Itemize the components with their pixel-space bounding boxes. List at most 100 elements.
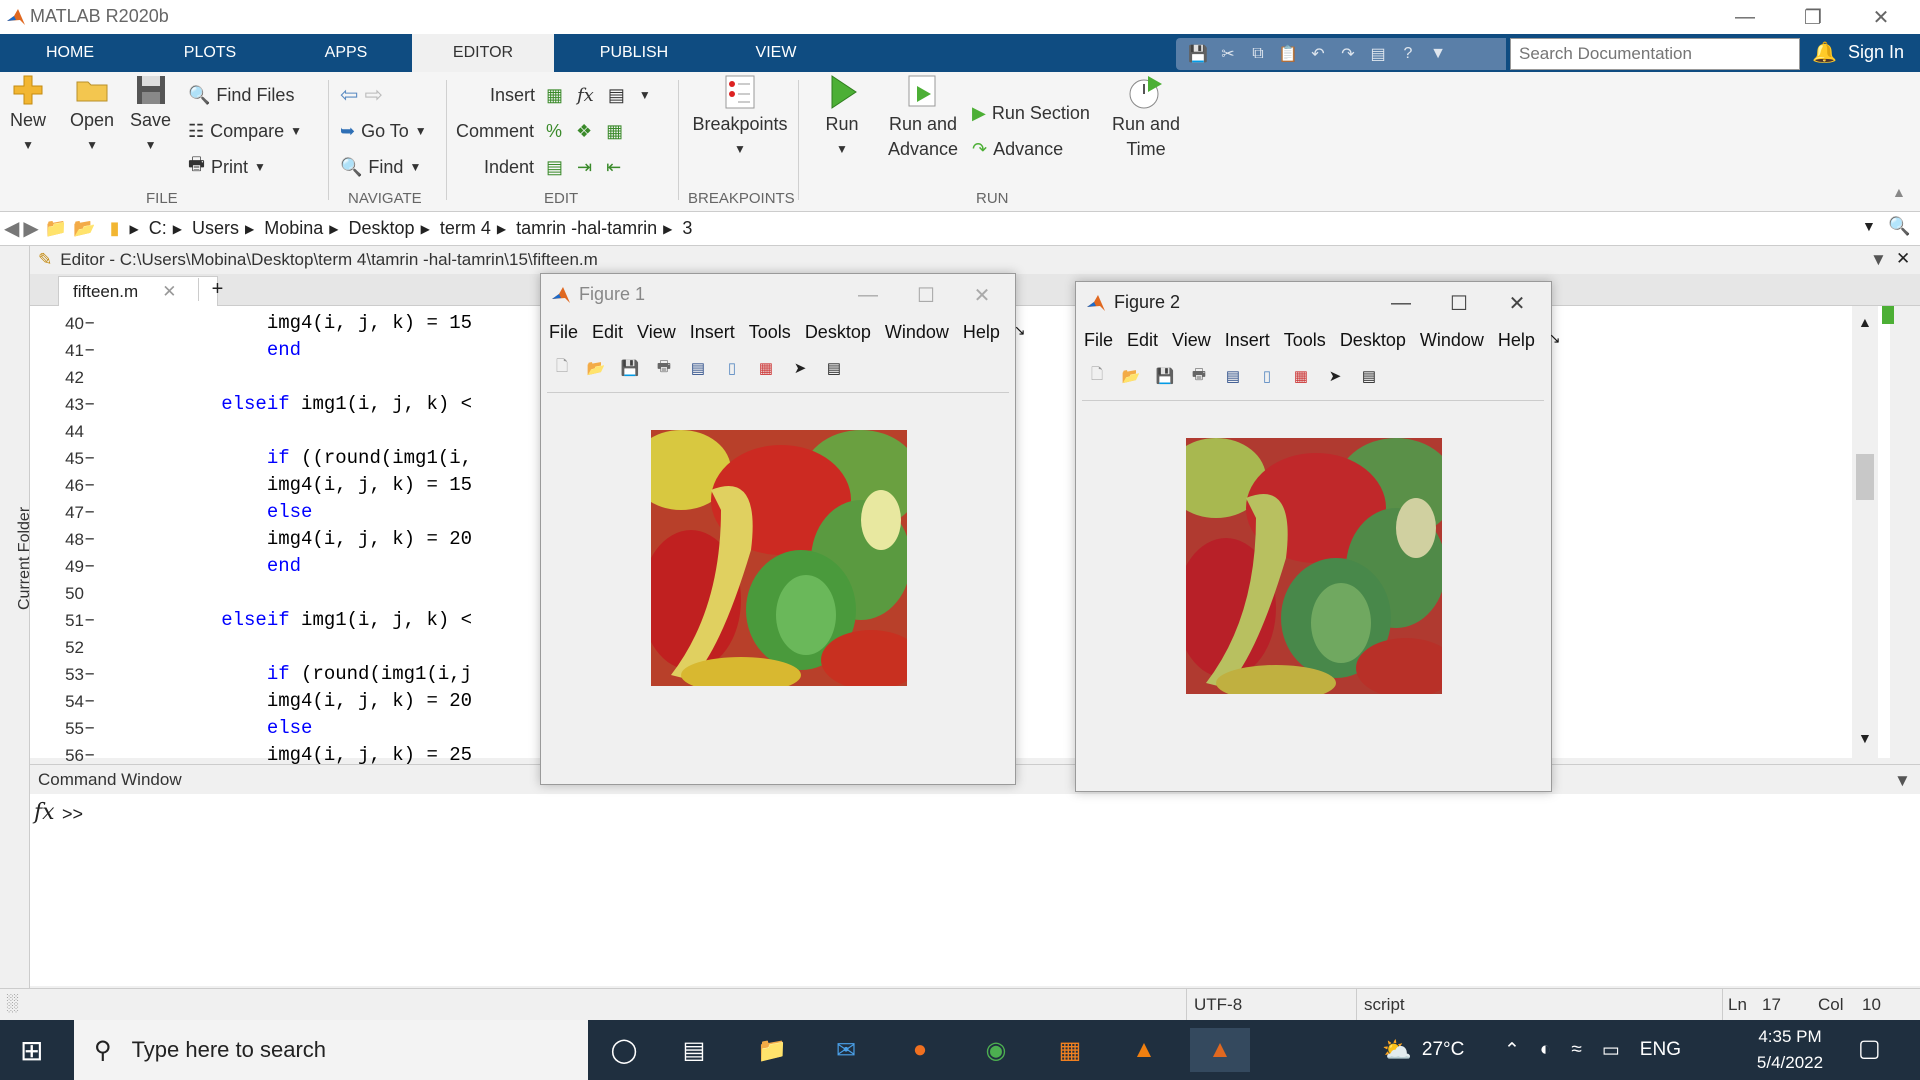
language-indicator[interactable]: ENG bbox=[1640, 1039, 1681, 1061]
goto-button[interactable]: ➥ Go To ▼ bbox=[340, 116, 427, 146]
vlc-icon[interactable]: ▲ bbox=[1114, 1028, 1174, 1072]
uncomment-icon[interactable]: ❖ bbox=[576, 121, 592, 142]
tab-plots[interactable]: PLOTS bbox=[160, 34, 260, 72]
menu-tools[interactable]: Tools bbox=[749, 322, 791, 343]
figure-2-window[interactable]: Figure 2 — ☐ ✕ File Edit View Insert Too… bbox=[1075, 281, 1561, 792]
open-button[interactable]: Open ▼ bbox=[70, 72, 114, 158]
figure-maximize-button[interactable]: ☐ bbox=[1432, 286, 1486, 320]
menu-window[interactable]: Window bbox=[1420, 330, 1484, 351]
task-view-icon[interactable]: ▤ bbox=[664, 1028, 724, 1072]
scroll-up-icon[interactable]: ▲ bbox=[1858, 314, 1872, 330]
tab-close-icon[interactable]: ✕ bbox=[162, 282, 176, 302]
tab-apps[interactable]: APPS bbox=[296, 34, 396, 72]
wrap-comment-icon[interactable]: ▦ bbox=[606, 121, 623, 142]
switch-windows-icon[interactable]: ▤ bbox=[1366, 42, 1390, 66]
figure-minimize-button[interactable]: — bbox=[1374, 286, 1428, 320]
clock[interactable]: 4:35 PM 5/4/2022 bbox=[1740, 1024, 1840, 1076]
wifi-icon[interactable]: ≈ bbox=[1571, 1039, 1581, 1061]
legend-icon[interactable]: ▦ bbox=[753, 355, 779, 381]
scroll-down-icon[interactable]: ▼ bbox=[1858, 730, 1872, 746]
forward-arrow-icon[interactable]: ▶ bbox=[23, 216, 38, 241]
undo-icon[interactable]: ↶ bbox=[1306, 42, 1330, 66]
property-inspector-icon[interactable]: ▤ bbox=[1356, 363, 1382, 389]
up-folder-icon[interactable]: 📁 bbox=[45, 218, 67, 239]
network-app-icon[interactable]: ◐ bbox=[1540, 1039, 1551, 1061]
pointer-icon[interactable]: ➤ bbox=[1322, 363, 1348, 389]
menu-expand-icon[interactable]: ↘ bbox=[1014, 322, 1026, 343]
executable-marker[interactable]: – bbox=[84, 553, 104, 580]
print-figure-icon[interactable]: 🖶 bbox=[651, 355, 677, 381]
save-figure-icon[interactable]: 💾 bbox=[617, 355, 643, 381]
breadcrumb-item[interactable]: 3 bbox=[682, 218, 692, 239]
smart-indent-icon[interactable]: ▤ bbox=[546, 157, 563, 178]
matlab-taskbar-icon[interactable]: ▲ bbox=[1190, 1028, 1250, 1072]
firefox-icon[interactable]: ● bbox=[890, 1028, 950, 1072]
copy-icon[interactable]: ⧉ bbox=[1246, 42, 1270, 66]
executable-marker[interactable]: – bbox=[84, 661, 104, 688]
fx-icon[interactable]: fx bbox=[34, 800, 55, 825]
menu-expand-icon[interactable]: ↘ bbox=[1549, 330, 1561, 351]
battery-icon[interactable]: ▭ bbox=[1602, 1039, 1620, 1062]
decrease-indent-icon[interactable]: ⇤ bbox=[606, 157, 621, 178]
new-figure-icon[interactable]: 🗋 bbox=[549, 355, 575, 381]
back-forward-buttons[interactable]: ⇦ ⇨ bbox=[340, 80, 383, 110]
pointer-icon[interactable]: ➤ bbox=[787, 355, 813, 381]
close-button[interactable]: ✕ bbox=[1852, 0, 1910, 34]
link-plot-icon[interactable]: ▤ bbox=[1220, 363, 1246, 389]
link-plot-icon[interactable]: ▤ bbox=[685, 355, 711, 381]
breadcrumb-item[interactable]: Mobina bbox=[264, 218, 323, 239]
customize-icon[interactable]: ▼ bbox=[1426, 42, 1450, 66]
menu-tools[interactable]: Tools bbox=[1284, 330, 1326, 351]
breakpoints-button[interactable]: Breakpoints ▼ bbox=[690, 72, 790, 162]
insert-section-icon[interactable]: ▦ bbox=[546, 85, 563, 106]
figure-1-window[interactable]: Figure 1 — ☐ ✕ File Edit View Insert Too… bbox=[540, 273, 1026, 785]
executable-marker[interactable]: – bbox=[84, 715, 104, 742]
fx-icon[interactable]: fx bbox=[577, 85, 594, 106]
tab-fifteen-m[interactable]: fifteen.m ✕ bbox=[58, 276, 218, 306]
redo-icon[interactable]: ↷ bbox=[1336, 42, 1360, 66]
weather-widget[interactable]: ⛅ 27°C bbox=[1382, 1020, 1464, 1080]
increase-indent-icon[interactable]: ⇥ bbox=[577, 157, 592, 178]
figure-maximize-button[interactable]: ☐ bbox=[899, 278, 953, 312]
save-icon[interactable]: 💾 bbox=[1186, 42, 1210, 66]
find-files-button[interactable]: 🔍 Find Files bbox=[188, 80, 294, 110]
run-and-advance-button[interactable]: Run and Advance bbox=[882, 72, 964, 162]
menu-file[interactable]: File bbox=[549, 322, 578, 343]
print-button[interactable]: 🖶 Print ▼ bbox=[188, 152, 266, 182]
compare-button[interactable]: ☷ Compare ▼ bbox=[188, 116, 302, 146]
notification-bell-icon[interactable]: 🔔 bbox=[1812, 40, 1837, 65]
windows-start-icon[interactable]: ⊞ bbox=[20, 1034, 43, 1067]
save-figure-icon[interactable]: 💾 bbox=[1152, 363, 1178, 389]
executable-marker[interactable]: – bbox=[84, 472, 104, 499]
new-figure-icon[interactable]: 🗋 bbox=[1084, 363, 1110, 389]
new-tab-icon[interactable]: + bbox=[198, 278, 236, 301]
search-documentation-input[interactable] bbox=[1510, 38, 1800, 70]
legend-icon[interactable]: ▦ bbox=[1288, 363, 1314, 389]
menu-view[interactable]: View bbox=[1172, 330, 1211, 351]
cut-icon[interactable]: ✂ bbox=[1216, 42, 1240, 66]
breadcrumb-item[interactable]: Users bbox=[192, 218, 239, 239]
pdf-reader-icon[interactable]: ▦ bbox=[1040, 1028, 1100, 1072]
tab-publish[interactable]: PUBLISH bbox=[580, 34, 688, 72]
code-analyzer-indicator[interactable] bbox=[1882, 306, 1894, 324]
insert-button[interactable]: Insert bbox=[490, 80, 535, 110]
tab-view[interactable]: VIEW bbox=[726, 34, 826, 72]
executable-marker[interactable]: – bbox=[84, 445, 104, 472]
command-window[interactable]: fx >> bbox=[30, 794, 1920, 986]
insert-function-icon[interactable]: ▤ bbox=[608, 85, 625, 106]
property-inspector-icon[interactable]: ▤ bbox=[821, 355, 847, 381]
figure-close-button[interactable]: ✕ bbox=[955, 278, 1009, 312]
sign-in-link[interactable]: Sign In bbox=[1848, 42, 1904, 63]
tab-editor[interactable]: EDITOR bbox=[412, 34, 554, 72]
indent-button[interactable]: Indent bbox=[484, 152, 534, 182]
menu-insert[interactable]: Insert bbox=[1225, 330, 1270, 351]
dropdown-arrow-icon[interactable]: ▼ bbox=[639, 88, 651, 102]
breadcrumb-item[interactable]: C: bbox=[149, 218, 167, 239]
breadcrumb-item[interactable]: term 4 bbox=[440, 218, 491, 239]
editor-close-icon[interactable]: ✕ bbox=[1896, 249, 1910, 269]
colorbar-icon[interactable]: ▯ bbox=[719, 355, 745, 381]
comment-button[interactable]: Comment bbox=[456, 116, 534, 146]
menu-insert[interactable]: Insert bbox=[690, 322, 735, 343]
chevron-up-icon[interactable]: ⌃ bbox=[1504, 1039, 1520, 1062]
advance-button[interactable]: ↷ Advance bbox=[972, 134, 1063, 164]
